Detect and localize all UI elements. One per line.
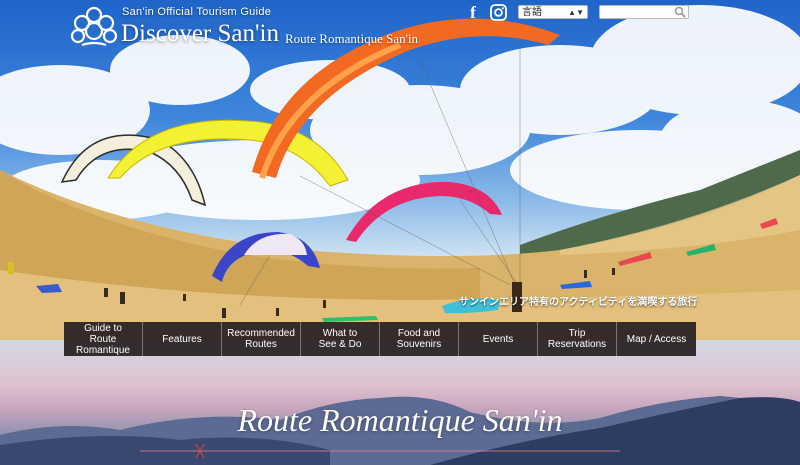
facebook-icon[interactable]: f — [466, 4, 480, 21]
banner-title: Route Romantique San'in — [237, 402, 563, 438]
hero-caption: サンインエリア特有のアクティビティを満喫する旅行 — [459, 297, 698, 308]
nav-item-what-to-see-and-do[interactable]: What to See & Do — [301, 322, 380, 356]
search-input[interactable] — [603, 6, 673, 18]
nav-item-events[interactable]: Events — [459, 322, 538, 356]
language-select-value: 言語 — [522, 7, 542, 18]
hero-image — [0, 0, 800, 340]
nav-item-features[interactable]: Features — [143, 322, 222, 356]
nav-item-trip-reservations[interactable]: Trip Reservations — [538, 322, 617, 356]
select-arrows-icon: ▲▼ — [568, 8, 584, 17]
nav-item-guide-to-route-romantique[interactable]: Guide to Route Romantique — [64, 322, 143, 356]
nav-item-map-access[interactable]: Map / Access — [617, 322, 696, 356]
nav-item-food-and-souvenirs[interactable]: Food and Souvenirs — [380, 322, 459, 356]
nav-item-recommended-routes[interactable]: Recommended Routes — [222, 322, 301, 356]
site-logo[interactable] — [68, 3, 120, 51]
instagram-icon[interactable] — [490, 4, 507, 21]
search-icon[interactable] — [674, 6, 686, 18]
hero-scene — [0, 5, 800, 340]
search-box[interactable] — [599, 5, 689, 19]
site-subtitle: Route Romantique San'in — [285, 31, 419, 46]
site-tagline: San'in Official Tourism Guide — [122, 6, 272, 18]
site-title[interactable]: Discover San'in — [121, 20, 279, 48]
language-select[interactable]: 言語 ▲▼ — [518, 5, 588, 19]
main-nav: Guide to Route Romantique Features Recom… — [64, 322, 696, 356]
